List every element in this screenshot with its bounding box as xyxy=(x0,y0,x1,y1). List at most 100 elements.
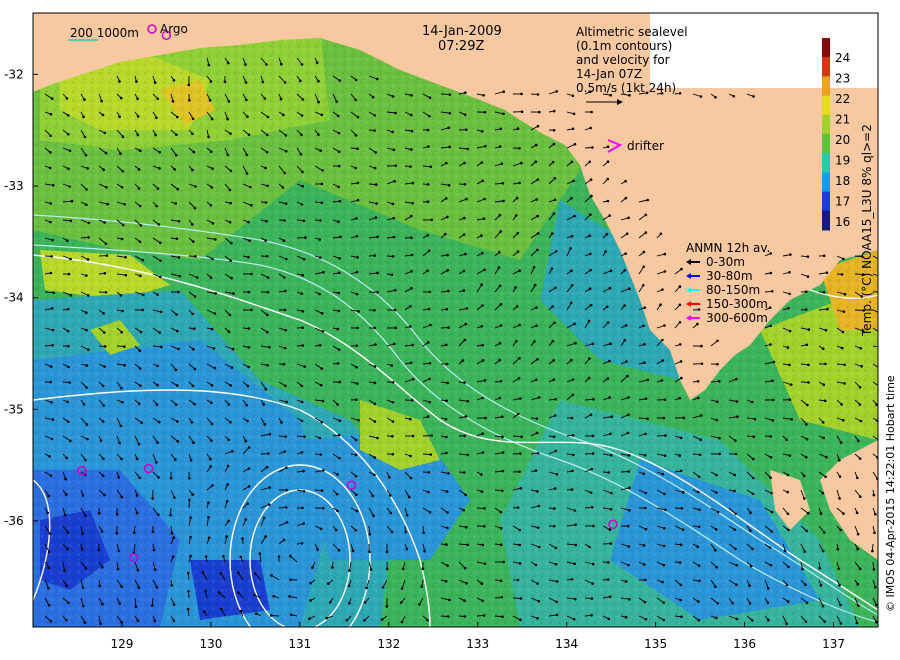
velocity-arrowhead xyxy=(103,493,106,497)
velocity-arrowhead xyxy=(700,362,704,366)
velocity-arrowhead xyxy=(385,605,389,608)
velocity-arrowhead xyxy=(85,274,88,277)
velocity-arrowhead xyxy=(770,290,774,293)
velocity-arrowhead xyxy=(356,115,360,119)
velocity-arrowhead xyxy=(748,584,751,587)
velocity-arrowhead xyxy=(481,343,484,347)
velocity-arrowhead xyxy=(210,186,214,189)
velocity-arrowhead xyxy=(345,618,349,622)
velocity-arrowhead xyxy=(64,477,67,481)
colorbar-tick: 23 xyxy=(835,72,850,86)
velocity-arrowhead xyxy=(156,364,159,368)
velocity-arrowhead xyxy=(588,234,591,237)
velocity-arrowhead xyxy=(337,348,341,351)
velocity-arrowhead xyxy=(262,516,266,520)
velocity-arrowhead xyxy=(191,132,194,136)
velocity-arrowhead xyxy=(338,257,341,260)
velocity-arrowhead xyxy=(821,604,825,608)
velocity-arrowhead xyxy=(678,285,682,288)
velocity-arrowhead xyxy=(355,234,359,238)
velocity-arrowhead xyxy=(623,304,626,307)
velocity-arrowhead xyxy=(552,435,556,439)
velocity-arrowhead xyxy=(175,384,179,387)
velocity-arrowhead xyxy=(280,62,283,66)
velocity-arrowhead xyxy=(698,508,701,512)
velocity-arrowhead xyxy=(608,595,612,598)
velocity-arrowhead xyxy=(606,578,610,581)
velocity-arrowhead xyxy=(354,474,358,478)
velocity-arrowhead xyxy=(753,417,757,421)
velocity-arrowhead xyxy=(138,204,142,208)
velocity-arrowhead xyxy=(300,133,303,137)
velocity-arrowhead xyxy=(444,161,448,165)
velocity-arrowhead xyxy=(186,571,190,575)
velocity-arrowhead xyxy=(574,341,577,345)
velocity-arrowhead xyxy=(481,359,485,362)
velocity-arrowhead xyxy=(410,253,414,257)
velocity-arrowhead xyxy=(480,234,483,237)
velocity-arrowhead xyxy=(357,310,360,313)
velocity-arrowhead xyxy=(301,184,305,188)
velocity-arrowhead xyxy=(245,403,248,407)
velocity-arrowhead xyxy=(718,436,721,440)
velocity-arrowhead xyxy=(879,291,882,294)
velocity-arrowhead xyxy=(682,416,686,420)
velocity-arrowhead xyxy=(788,398,792,402)
velocity-arrowhead xyxy=(448,145,451,149)
velocity-arrowhead xyxy=(537,599,541,603)
velocity-arrowhead xyxy=(354,529,358,532)
velocity-arrowhead xyxy=(734,452,738,456)
velocity-arrowhead xyxy=(608,214,611,217)
velocity-arrowhead xyxy=(173,496,176,499)
velocity-arrowhead xyxy=(445,451,448,455)
velocity-arrowhead xyxy=(210,401,213,405)
velocity-arrowhead xyxy=(605,232,609,236)
velocity-arrowhead xyxy=(213,312,217,315)
velocity-arrowhead xyxy=(644,231,648,234)
velocity-arrowhead xyxy=(535,306,538,309)
velocity-arrowhead xyxy=(317,133,320,136)
velocity-arrowhead xyxy=(319,383,323,387)
velocity-arrowhead xyxy=(823,620,826,623)
velocity-arrowhead xyxy=(502,199,505,203)
velocity-arrowhead xyxy=(119,424,123,428)
velocity-arrowhead xyxy=(840,273,844,276)
velocity-arrowhead xyxy=(263,423,267,426)
velocity-arrowhead xyxy=(804,620,808,624)
lon-label: 135 xyxy=(644,637,667,651)
velocity-arrowhead xyxy=(229,169,233,173)
velocity-arrowhead xyxy=(766,601,770,605)
velocity-arrowhead xyxy=(644,506,647,510)
velocity-arrowhead xyxy=(331,566,334,569)
velocity-arrowhead xyxy=(135,511,139,515)
velocity-arrowhead xyxy=(138,367,142,370)
velocity-arrowhead xyxy=(571,433,575,437)
velocity-arrowhead xyxy=(662,601,665,604)
velocity-arrowhead xyxy=(318,238,322,241)
velocity-arrowhead xyxy=(316,548,320,551)
velocity-arrowhead xyxy=(465,307,469,310)
anmn-legend: 0-30m 30-80m 80-150m 150-300m 300-600m xyxy=(706,255,768,325)
velocity-arrowhead xyxy=(445,307,449,311)
colorbar-tick: 16 xyxy=(835,215,850,229)
velocity-arrowhead xyxy=(499,579,503,582)
velocity-arrowhead xyxy=(590,614,593,617)
velocity-arrowhead xyxy=(119,152,122,155)
velocity-arrowhead xyxy=(355,292,359,296)
velocity-arrowhead xyxy=(155,403,159,406)
velocity-arrowhead xyxy=(319,219,322,222)
velocity-arrowhead xyxy=(177,290,180,294)
velocity-arrowhead xyxy=(735,377,738,381)
colorbar-tick: 18 xyxy=(835,174,850,188)
velocity-arrowhead xyxy=(157,513,160,517)
velocity-arrowhead xyxy=(626,524,630,528)
velocity-arrowhead xyxy=(428,510,432,514)
velocity-arrowhead xyxy=(570,416,574,420)
velocity-arrowhead xyxy=(209,276,213,280)
velocity-arrowhead xyxy=(609,269,613,273)
velocity-arrowhead xyxy=(237,591,240,594)
velocity-arrowhead xyxy=(483,507,486,510)
velocity-arrowhead xyxy=(429,453,433,456)
velocity-arrowhead xyxy=(748,602,752,605)
velocity-arrowhead xyxy=(787,528,790,532)
